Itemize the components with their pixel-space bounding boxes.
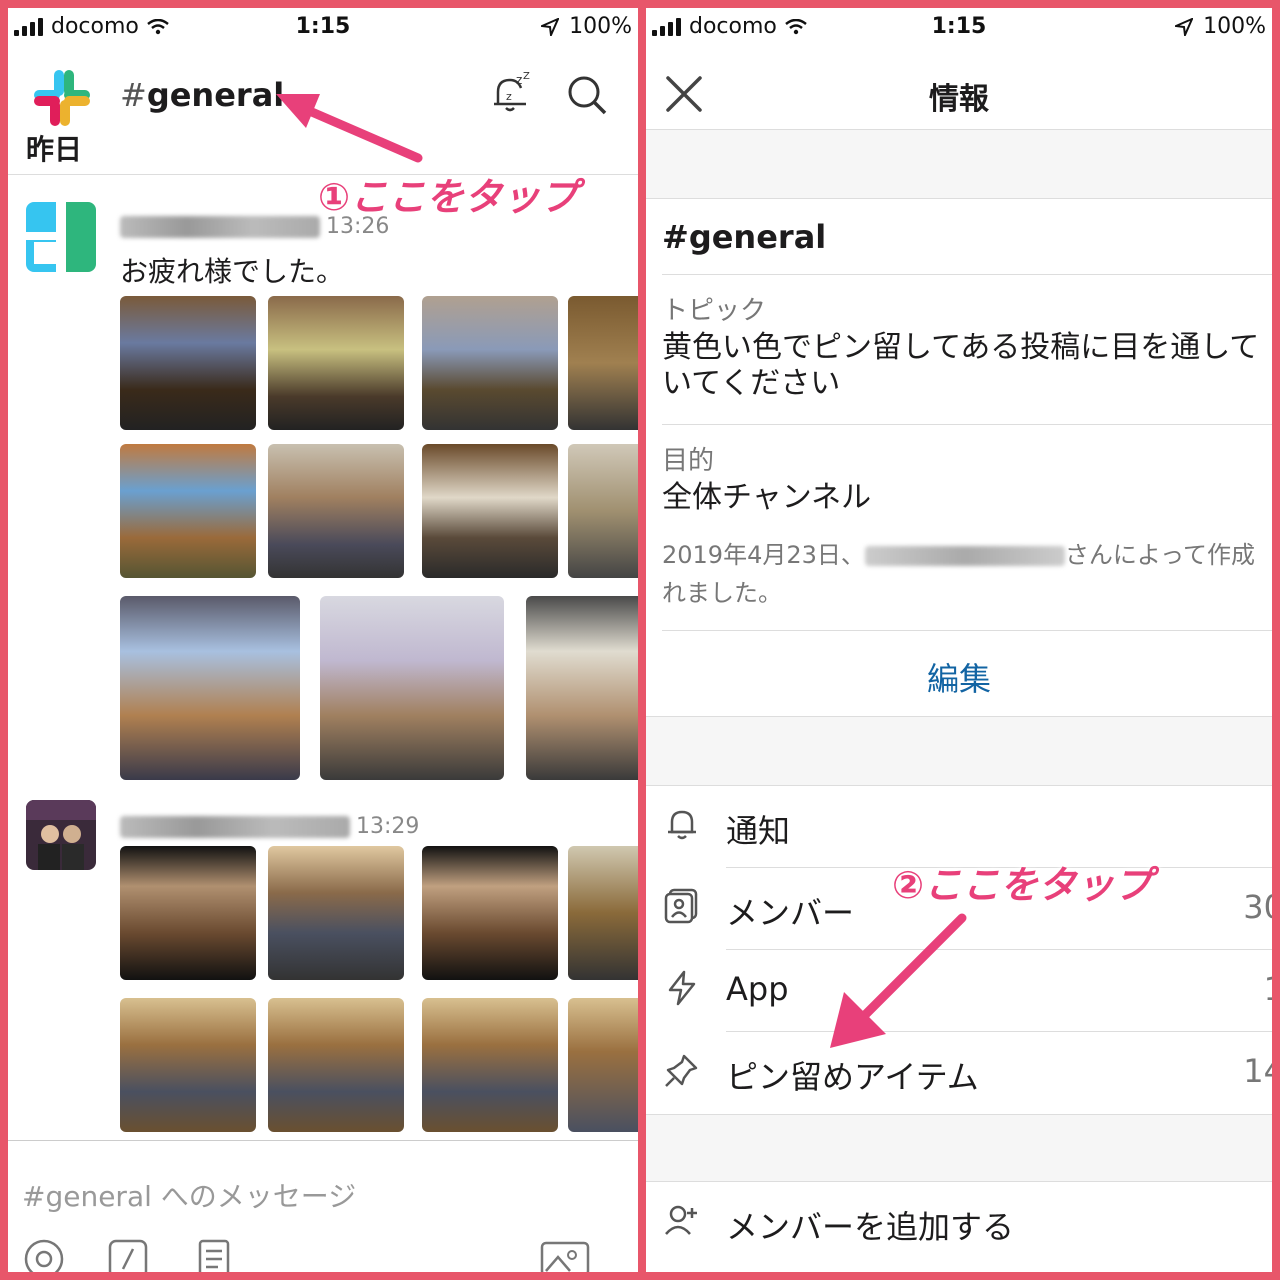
image-thumbnail[interactable] [568,444,638,578]
image-thumbnail[interactable] [268,296,404,430]
avatar [26,202,96,272]
topic-line-2: いてください [662,366,841,401]
shortcut-icon[interactable] [190,1237,234,1272]
lightning-icon [668,970,696,1006]
image-thumbnail[interactable] [422,998,558,1132]
info-header: 情報 [646,60,1272,130]
blurred-username [120,816,350,838]
created-info-line-2: れました。 [662,579,782,607]
message-meta: 13:29 [120,814,419,839]
slash-command-icon[interactable] [106,1237,150,1272]
avatar [26,800,96,870]
topic-line-1: 黄色い色でピン留してある投稿に目を通して [662,330,1260,365]
channel-info-view: docomo 1:15 100% 情報 #general トピック 黄色い色でピ… [646,8,1272,1272]
image-thumbnail[interactable] [120,998,256,1132]
image-thumbnail[interactable] [568,998,638,1132]
members-icon [664,888,698,924]
image-thumbnail[interactable] [422,444,558,578]
image-thumbnail[interactable] [422,296,558,430]
menu-label: ピン留めアイテム [726,1058,979,1096]
pin-icon [665,1054,698,1087]
channel-view: docomo 1:15 100% #general⌄ [8,8,638,1272]
image-thumbnail[interactable] [268,998,404,1132]
section-divider [662,274,1272,275]
section-divider [662,424,1272,425]
section-divider [662,630,1272,631]
svg-text:Z: Z [523,71,530,82]
tap-callout-1: ①ここをタップ [318,175,579,219]
svg-text:z: z [516,73,522,87]
message-item[interactable]: 13:26 お疲れ様でした。 [8,198,638,788]
battery-percent: 100% [1203,14,1266,39]
bell-icon [668,810,696,840]
topic-label: トピック [662,296,767,326]
day-divider: 昨日 [26,133,83,166]
photo-icon[interactable] [540,1241,590,1272]
message-time: 13:29 [356,814,420,839]
created-date: 2019年4月23日、 [662,541,865,569]
image-thumbnail[interactable] [568,296,638,430]
channel-name: general [146,76,285,114]
purpose-label: 目的 [662,446,715,476]
image-thumbnail[interactable] [422,846,558,980]
image-thumbnail[interactable] [268,444,404,578]
channel-hash: # [120,76,147,114]
svg-text:z: z [506,90,512,103]
image-thumbnail[interactable] [120,596,300,780]
mention-icon[interactable] [22,1237,66,1272]
info-channel-name: #general [662,218,827,256]
purpose-value: 全体チャンネル [662,480,872,515]
image-thumbnail[interactable] [268,846,404,980]
battery-area: 100% [541,14,632,39]
status-bar: docomo 1:15 100% [646,8,1272,48]
snooze-bell-icon[interactable]: z Z z [488,70,534,116]
composer-toolbar [22,1237,234,1272]
arrow-annotation-2 [830,913,967,1048]
message-text: お疲れ様でした。 [120,255,345,288]
pinned-count: 14 [1243,1052,1272,1090]
slack-logo-icon [34,70,90,126]
location-icon [1175,17,1194,36]
status-bar: docomo 1:15 100% [8,8,638,48]
blurred-username [120,216,320,238]
app-count: 1 [1264,970,1272,1008]
message-input[interactable]: #general へのメッセージ [22,1175,356,1215]
member-count: 30 [1243,888,1272,926]
tap-callout-2: ②ここをタップ [892,863,1153,907]
blurred-username [864,546,1065,566]
message-composer[interactable]: #general へのメッセージ [8,1140,638,1272]
section-spacer [646,717,1272,785]
screenshot-frame: docomo 1:15 100% #general⌄ [0,0,1280,1280]
section-spacer [646,1115,1272,1181]
image-thumbnail[interactable] [120,296,256,430]
image-thumbnail[interactable] [526,596,638,780]
created-info: 2019年4月23日、 さんによって作成 [662,536,1255,574]
image-thumbnail[interactable] [120,444,256,578]
add-user-icon [665,1205,697,1235]
battery-percent: 100% [569,14,632,39]
battery-area: 100% [1175,14,1266,39]
add-member-button[interactable]: メンバーを追加する [646,1182,1272,1264]
section-spacer [646,130,1272,198]
image-thumbnail[interactable] [320,596,504,780]
menu-label: 通知 [726,812,791,850]
message-item[interactable]: 13:29 [8,798,638,1138]
search-icon[interactable] [566,74,608,116]
image-thumbnail[interactable] [568,846,638,980]
menu-label: App [726,970,789,1008]
add-member-label: メンバーを追加する [726,1208,1015,1246]
page-title: 情報 [929,82,989,117]
image-thumbnail[interactable] [120,846,256,980]
location-icon [541,17,560,36]
edit-button[interactable]: 編集 [646,654,1272,700]
created-suffix: さんによって作成 [1064,541,1255,569]
section-divider [646,198,1272,199]
arrow-annotation-1 [276,94,423,163]
